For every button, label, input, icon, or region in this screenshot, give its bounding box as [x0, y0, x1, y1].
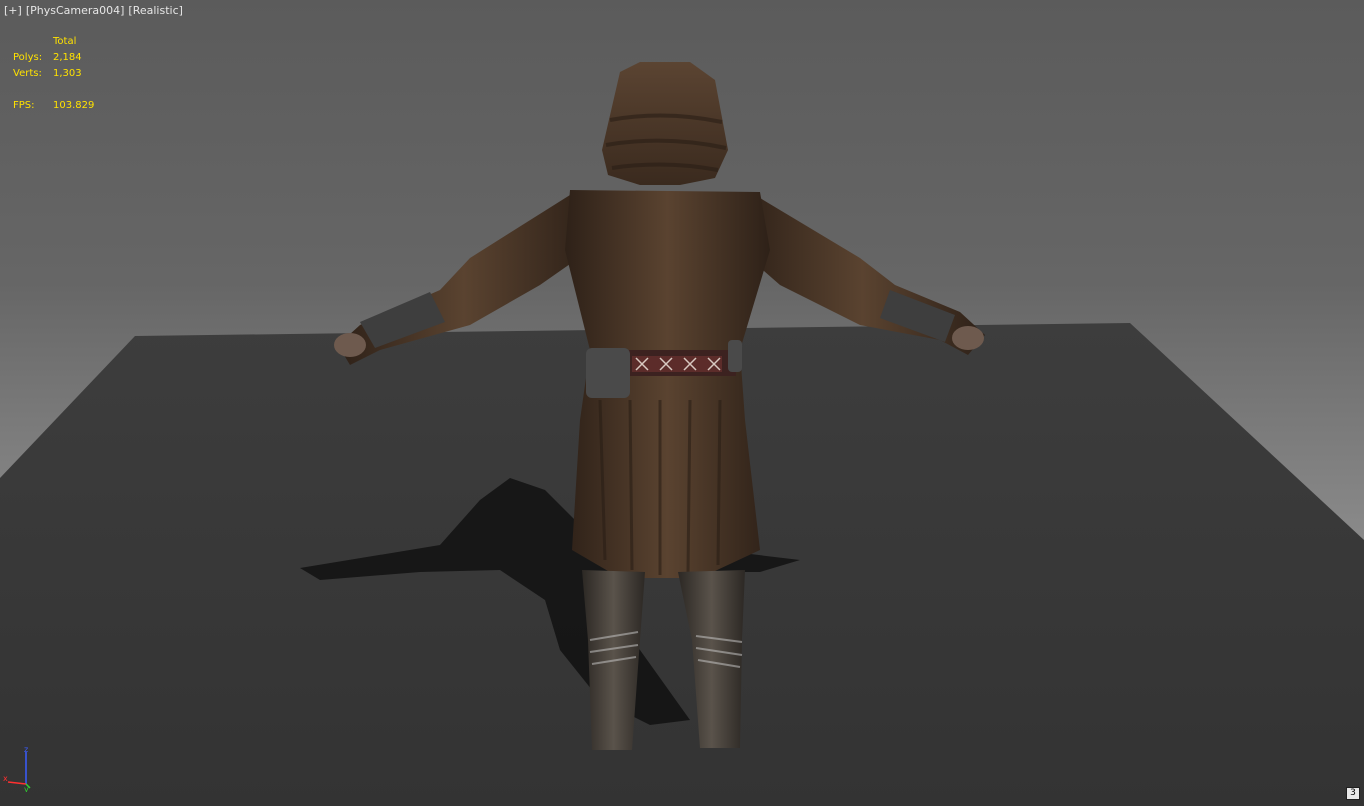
left-hand [334, 333, 366, 357]
verts-label: Verts: [13, 68, 42, 79]
stats-verts-row: Verts: 1,303 [13, 66, 94, 82]
stats-total-header: Total [53, 36, 77, 47]
axis-gizmo-icon: z x y [3, 745, 31, 792]
gizmo-z-label: z [24, 745, 28, 754]
gizmo-y-label: y [24, 785, 29, 792]
gizmo-x-label: x [3, 774, 8, 783]
polys-label: Polys: [13, 52, 43, 63]
scene-render [0, 62, 1364, 806]
view-number-badge[interactable]: 3 [1346, 787, 1360, 800]
statistics-overlay: Total Polys: 2,184 Verts: 1,303 FPS: 103.82… [13, 34, 94, 114]
viewport-shading-label[interactable]: [Realistic] [128, 4, 183, 17]
viewport-camera-label[interactable]: [PhysCamera004] [26, 4, 125, 17]
stats-header-row: Total [13, 34, 94, 50]
belt-pouch-right [728, 340, 742, 372]
polys-value: 2,184 [53, 52, 82, 63]
viewport-menu-plus[interactable]: [+] [4, 4, 22, 17]
fps-label: FPS: [13, 100, 35, 111]
viewport-label[interactable]: [+] [PhysCamera004] [Realistic] [4, 4, 187, 17]
3d-viewport[interactable]: [+] [PhysCamera004] [Realistic] Total Poly… [0, 0, 1364, 806]
right-hand [952, 326, 984, 350]
stats-polys-row: Polys: 2,184 [13, 50, 94, 66]
fps-value: 103.829 [53, 100, 95, 111]
stats-fps-row: FPS: 103.829 [13, 98, 94, 114]
verts-value: 1,303 [53, 68, 82, 79]
belt-pouch [586, 348, 630, 398]
